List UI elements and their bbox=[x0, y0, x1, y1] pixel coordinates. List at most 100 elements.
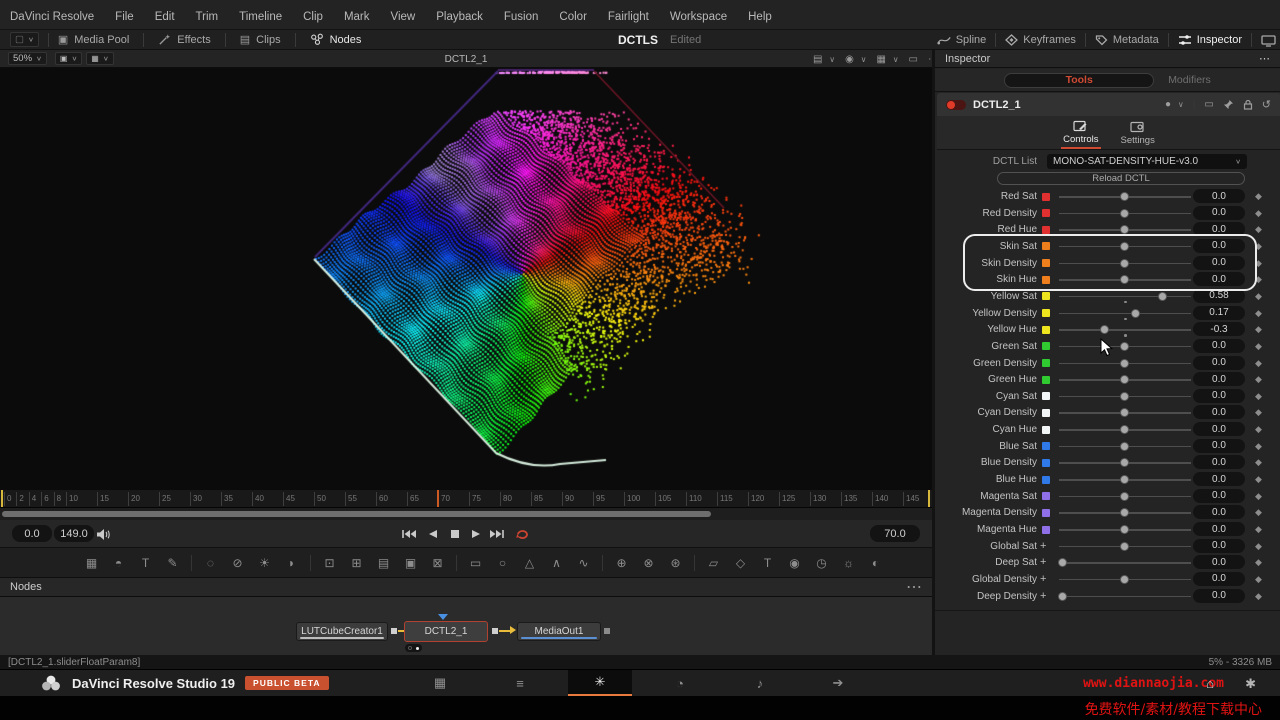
frame-icon[interactable]: ▭ bbox=[1204, 99, 1213, 110]
lock-icon[interactable] bbox=[1243, 99, 1253, 110]
node-mediaout1[interactable]: MediaOut1 bbox=[517, 622, 601, 641]
viewer-lock-dropdown[interactable]: ◉ ∨ bbox=[845, 54, 866, 65]
slider-handle[interactable] bbox=[1131, 309, 1140, 318]
settings-gear-icon[interactable]: ✱ bbox=[1245, 676, 1256, 692]
node-dctl2-1-selected[interactable]: DCTL2_1 bbox=[404, 621, 488, 642]
keyframe-diamond-icon[interactable]: ◆ bbox=[1255, 391, 1262, 402]
pin-icon[interactable] bbox=[1223, 99, 1234, 110]
menu-trim[interactable]: Trim bbox=[196, 11, 219, 23]
inspector-options-menu[interactable]: ⋯ bbox=[1259, 52, 1270, 65]
slider-handle[interactable] bbox=[1120, 225, 1129, 234]
slider-handle[interactable] bbox=[1058, 592, 1067, 601]
viewer-area[interactable] bbox=[0, 68, 932, 490]
keyframe-diamond-icon[interactable]: ◆ bbox=[1255, 191, 1262, 202]
page-fairlight-button[interactable]: ♪ bbox=[728, 670, 792, 696]
slider-handle[interactable] bbox=[1120, 342, 1129, 351]
keyframe-diamond-icon[interactable]: ◆ bbox=[1255, 524, 1262, 535]
node-graph[interactable]: LUTCubeCreator1 DCTL2_1 MediaOut1 bbox=[0, 597, 932, 655]
transform-tool-icon[interactable]: ⊡ bbox=[316, 556, 343, 570]
slider-value-field[interactable]: 0.0 bbox=[1193, 222, 1245, 236]
page-deliver-button[interactable]: ➔ bbox=[806, 670, 870, 696]
slider-value-field[interactable]: 0.0 bbox=[1193, 589, 1245, 603]
surface-tracker-tool-icon[interactable]: ⊛ bbox=[662, 556, 689, 570]
slider-track[interactable] bbox=[1059, 329, 1191, 331]
slider-handle[interactable] bbox=[1120, 408, 1129, 417]
spot-light-tool-icon[interactable]: ☼ bbox=[835, 556, 862, 570]
shape-3d-tool-icon[interactable]: ◇ bbox=[727, 556, 754, 570]
slider-handle[interactable] bbox=[1120, 375, 1129, 384]
slider-handle[interactable] bbox=[1120, 508, 1129, 517]
keyframe-diamond-icon[interactable]: ◆ bbox=[1255, 474, 1262, 485]
keyframe-diamond-icon[interactable]: ◆ bbox=[1255, 424, 1262, 435]
keyframe-diamond-icon[interactable]: ◆ bbox=[1255, 258, 1262, 269]
spline-button[interactable]: Spline bbox=[937, 34, 987, 46]
slider-handle[interactable] bbox=[1120, 359, 1129, 368]
slider-handle[interactable] bbox=[1100, 325, 1109, 334]
channel-booleans-tool-icon[interactable]: ⊘ bbox=[224, 556, 251, 570]
keyframe-diamond-icon[interactable]: ◆ bbox=[1255, 541, 1262, 552]
keyframes-button[interactable]: Keyframes bbox=[1005, 34, 1076, 46]
menu-edit[interactable]: Edit bbox=[155, 11, 175, 23]
slider-handle[interactable] bbox=[1058, 558, 1067, 567]
menu-view[interactable]: View bbox=[391, 11, 416, 23]
rectangle-mask-tool-icon[interactable]: ▭ bbox=[462, 556, 489, 570]
blur-tool-icon[interactable]: ◗ bbox=[278, 556, 305, 570]
timeline-scrollbar[interactable] bbox=[2, 511, 711, 517]
node-input-connector[interactable] bbox=[604, 628, 610, 634]
brightness-contrast-tool-icon[interactable]: ☀ bbox=[251, 556, 278, 570]
range-end-field[interactable]: 149.0 bbox=[54, 525, 94, 542]
slider-value-field[interactable]: 0.0 bbox=[1193, 206, 1245, 220]
tab-controls[interactable]: Controls bbox=[1061, 116, 1100, 149]
slider-handle[interactable] bbox=[1120, 458, 1129, 467]
node-output-connector[interactable] bbox=[492, 628, 498, 634]
inspector-button[interactable]: Inspector bbox=[1178, 34, 1242, 46]
metadata-button[interactable]: Metadata bbox=[1095, 34, 1159, 46]
node-output-connector[interactable] bbox=[391, 628, 397, 634]
slider-value-field[interactable]: 0.0 bbox=[1193, 455, 1245, 469]
slider-track[interactable] bbox=[1059, 313, 1191, 315]
range-out-marker[interactable] bbox=[928, 490, 930, 508]
keyframe-diamond-icon[interactable]: ◆ bbox=[1255, 358, 1262, 369]
image-plane-3d-tool-icon[interactable]: ▱ bbox=[700, 556, 727, 570]
slider-handle[interactable] bbox=[1120, 492, 1129, 501]
node-lutcubecreator1[interactable]: LUTCubeCreator1 bbox=[296, 622, 388, 641]
tab-settings[interactable]: Settings bbox=[1119, 116, 1157, 149]
viewer-dot-badge[interactable] bbox=[405, 644, 422, 652]
gain-dropdown[interactable]: ▣∨ bbox=[55, 52, 82, 65]
slider-value-field[interactable]: 0.0 bbox=[1193, 539, 1245, 553]
tracker-tool-icon[interactable]: ⊕ bbox=[608, 556, 635, 570]
playhead[interactable] bbox=[437, 490, 439, 508]
node-enable-toggle[interactable] bbox=[946, 100, 966, 110]
keyframe-diamond-icon[interactable]: ◆ bbox=[1255, 241, 1262, 252]
text-3d-tool-icon[interactable]: T bbox=[754, 556, 781, 570]
dve-tool-icon[interactable]: ⊞ bbox=[343, 556, 370, 570]
slider-value-field[interactable]: 0.0 bbox=[1193, 189, 1245, 203]
keyframe-diamond-icon[interactable]: ◆ bbox=[1255, 591, 1262, 602]
reset-icon[interactable]: ↺ bbox=[1262, 98, 1271, 111]
polygon-mask-tool-icon[interactable]: △ bbox=[516, 556, 543, 570]
slider-handle[interactable] bbox=[1120, 392, 1129, 401]
keyframe-diamond-icon[interactable]: ◆ bbox=[1255, 224, 1262, 235]
menu-file[interactable]: File bbox=[115, 11, 134, 23]
slider-value-field[interactable]: 0.0 bbox=[1193, 339, 1245, 353]
menu-davinci-resolve[interactable]: DaVinci Resolve bbox=[10, 11, 94, 23]
slider-value-field[interactable]: 0.0 bbox=[1193, 555, 1245, 569]
menu-playback[interactable]: Playback bbox=[436, 11, 483, 23]
slider-handle[interactable] bbox=[1120, 192, 1129, 201]
page-fusion-button[interactable]: ✳ bbox=[568, 670, 632, 696]
slider-value-field[interactable]: 0.0 bbox=[1193, 572, 1245, 586]
paint-tool-icon[interactable]: ✎ bbox=[159, 556, 186, 570]
inspector-node-header[interactable]: DCTL2_1 ● ∨ | ▭ ↺ bbox=[937, 93, 1280, 116]
slider-value-field[interactable]: 0.58 bbox=[1193, 289, 1245, 303]
slider-value-field[interactable]: 0.0 bbox=[1193, 505, 1245, 519]
dctl-list-dropdown[interactable]: MONO-SAT-DENSITY-HUE-v3.0 ∨ bbox=[1047, 154, 1247, 169]
stop-button[interactable] bbox=[446, 527, 464, 541]
menu-timeline[interactable]: Timeline bbox=[239, 11, 282, 23]
background-tool-icon[interactable]: ▦ bbox=[78, 556, 105, 570]
keyframe-diamond-icon[interactable]: ◆ bbox=[1255, 557, 1262, 568]
menu-fairlight[interactable]: Fairlight bbox=[608, 11, 649, 23]
go-to-start-button[interactable] bbox=[400, 527, 418, 541]
reload-dctl-button[interactable]: Reload DCTL bbox=[997, 172, 1245, 185]
keyframe-diamond-icon[interactable]: ◆ bbox=[1255, 274, 1262, 285]
zoom-level-dropdown[interactable]: 50%∨ bbox=[8, 52, 47, 65]
